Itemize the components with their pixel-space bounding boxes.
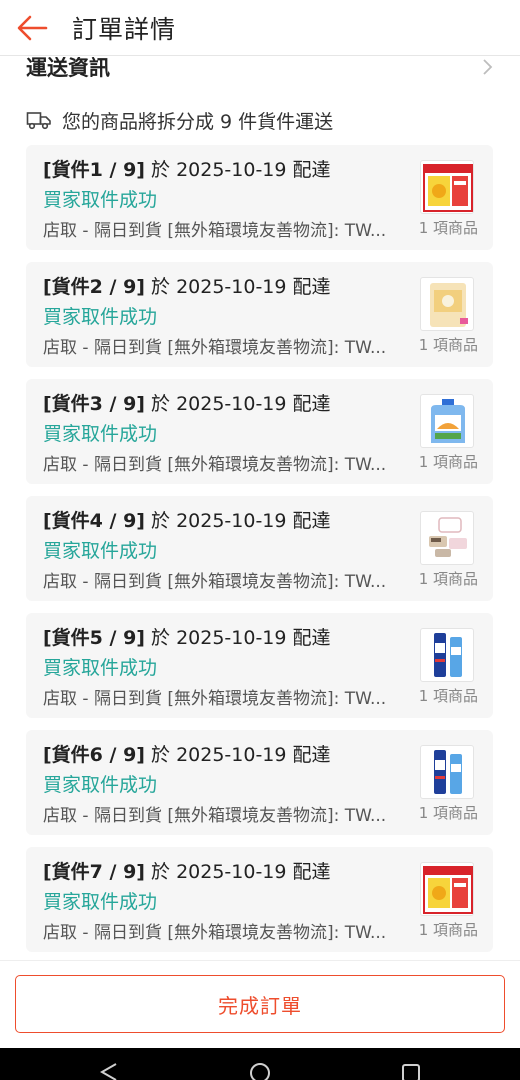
shipment-status: 買家取件成功: [43, 306, 158, 328]
shipment-status: 買家取件成功: [43, 189, 158, 211]
shipment-card[interactable]: [貨件4 / 9] 於 2025-10-19 配達 買家取件成功 店取 - 隔日…: [26, 496, 493, 601]
product-thumbnail: [420, 628, 474, 682]
product-thumbnail: [420, 745, 474, 799]
item-count: 1 項商品: [418, 219, 478, 237]
delivery-info-header[interactable]: 運送資訊: [0, 57, 520, 91]
shipment-card[interactable]: [貨件3 / 9] 於 2025-10-19 配達 買家取件成功 店取 - 隔日…: [26, 379, 493, 484]
product-thumbnail: [420, 160, 474, 214]
app-bar: 訂單詳情: [0, 0, 520, 56]
shipment-method: 店取 - 隔日到貨 [無外箱環境友善物流]: TW...: [43, 221, 387, 241]
shipment-date: 於 2025-10-19 配達: [144, 393, 331, 415]
shipment-card[interactable]: [貨件6 / 9] 於 2025-10-19 配達 買家取件成功 店取 - 隔日…: [26, 730, 493, 835]
shipment-card[interactable]: [貨件5 / 9] 於 2025-10-19 配達 買家取件成功 店取 - 隔日…: [26, 613, 493, 718]
shipment-title: [貨件4 / 9] 於 2025-10-19 配達: [43, 506, 331, 533]
shipment-status: 買家取件成功: [43, 540, 158, 562]
shipment-tag: [貨件7 / 9]: [43, 861, 145, 883]
product-thumbnail: [420, 511, 474, 565]
shipment-date: 於 2025-10-19 配達: [144, 744, 331, 766]
shipment-status: 買家取件成功: [43, 657, 158, 679]
split-notice-text: 您的商品將拆分成 9 件貨件運送: [62, 110, 334, 133]
shipment-title: [貨件6 / 9] 於 2025-10-19 配達: [43, 740, 331, 767]
shipment-method: 店取 - 隔日到貨 [無外箱環境友善物流]: TW...: [43, 455, 387, 475]
product-thumbnail: [420, 277, 474, 331]
shipment-date: 於 2025-10-19 配達: [144, 510, 331, 532]
bottom-action-bar: 完成訂單: [0, 960, 520, 1048]
shipment-card[interactable]: [貨件1 / 9] 於 2025-10-19 配達 買家取件成功 店取 - 隔日…: [26, 145, 493, 250]
nav-back-icon[interactable]: [98, 1062, 120, 1080]
shipment-date: 於 2025-10-19 配達: [144, 276, 331, 298]
shipment-title: [貨件1 / 9] 於 2025-10-19 配達: [43, 155, 331, 182]
item-count: 1 項商品: [418, 687, 478, 705]
nav-recents-icon[interactable]: [400, 1062, 422, 1080]
product-thumbnail: [420, 394, 474, 448]
shipment-tag: [貨件4 / 9]: [43, 510, 145, 532]
shipment-method: 店取 - 隔日到貨 [無外箱環境友善物流]: TW...: [43, 689, 387, 709]
shipment-status: 買家取件成功: [43, 423, 158, 445]
shipment-method: 店取 - 隔日到貨 [無外箱環境友善物流]: TW...: [43, 338, 387, 358]
shipment-method: 店取 - 隔日到貨 [無外箱環境友善物流]: TW...: [43, 923, 387, 943]
shipment-method: 店取 - 隔日到貨 [無外箱環境友善物流]: TW...: [43, 806, 387, 826]
shipment-title: [貨件7 / 9] 於 2025-10-19 配達: [43, 857, 331, 884]
shipment-tag: [貨件1 / 9]: [43, 159, 145, 181]
shipment-date: 於 2025-10-19 配達: [144, 861, 331, 883]
shipment-method: 店取 - 隔日到貨 [無外箱環境友善物流]: TW...: [43, 572, 387, 592]
shipment-card[interactable]: [貨件7 / 9] 於 2025-10-19 配達 買家取件成功 店取 - 隔日…: [26, 847, 493, 952]
system-navigation-bar: [0, 1048, 520, 1080]
delivery-info-title: 運送資訊: [26, 57, 110, 80]
split-notice: 您的商品將拆分成 9 件貨件運送: [26, 105, 333, 135]
back-button[interactable]: [0, 0, 64, 56]
page-title: 訂單詳情: [72, 14, 177, 44]
item-count: 1 項商品: [418, 570, 478, 588]
product-thumbnail: [420, 862, 474, 916]
shipment-tag: [貨件6 / 9]: [43, 744, 145, 766]
shipment-tag: [貨件3 / 9]: [43, 393, 145, 415]
shipment-tag: [貨件2 / 9]: [43, 276, 145, 298]
shipment-date: 於 2025-10-19 配達: [144, 627, 331, 649]
truck-icon: [26, 112, 51, 130]
shipment-title: [貨件5 / 9] 於 2025-10-19 配達: [43, 623, 331, 650]
item-count: 1 項商品: [418, 804, 478, 822]
complete-order-button[interactable]: 完成訂單: [15, 975, 505, 1033]
order-detail-scroll[interactable]: 運送資訊 您的商品將拆分成 9 件貨件運送 [貨件1 / 9] 於 2025-1…: [0, 57, 520, 960]
shipment-card[interactable]: [貨件2 / 9] 於 2025-10-19 配達 買家取件成功 店取 - 隔日…: [26, 262, 493, 367]
shipment-title: [貨件2 / 9] 於 2025-10-19 配達: [43, 272, 331, 299]
shipment-status: 買家取件成功: [43, 774, 158, 796]
item-count: 1 項商品: [418, 921, 478, 939]
arrow-left-icon: [17, 15, 48, 40]
shipment-title: [貨件3 / 9] 於 2025-10-19 配達: [43, 389, 331, 416]
item-count: 1 項商品: [418, 453, 478, 471]
item-count: 1 項商品: [418, 336, 478, 354]
shipment-date: 於 2025-10-19 配達: [144, 159, 331, 181]
nav-home-icon[interactable]: [249, 1062, 271, 1080]
shipment-tag: [貨件5 / 9]: [43, 627, 145, 649]
shipment-status: 買家取件成功: [43, 891, 158, 913]
chevron-right-icon: [482, 57, 494, 81]
